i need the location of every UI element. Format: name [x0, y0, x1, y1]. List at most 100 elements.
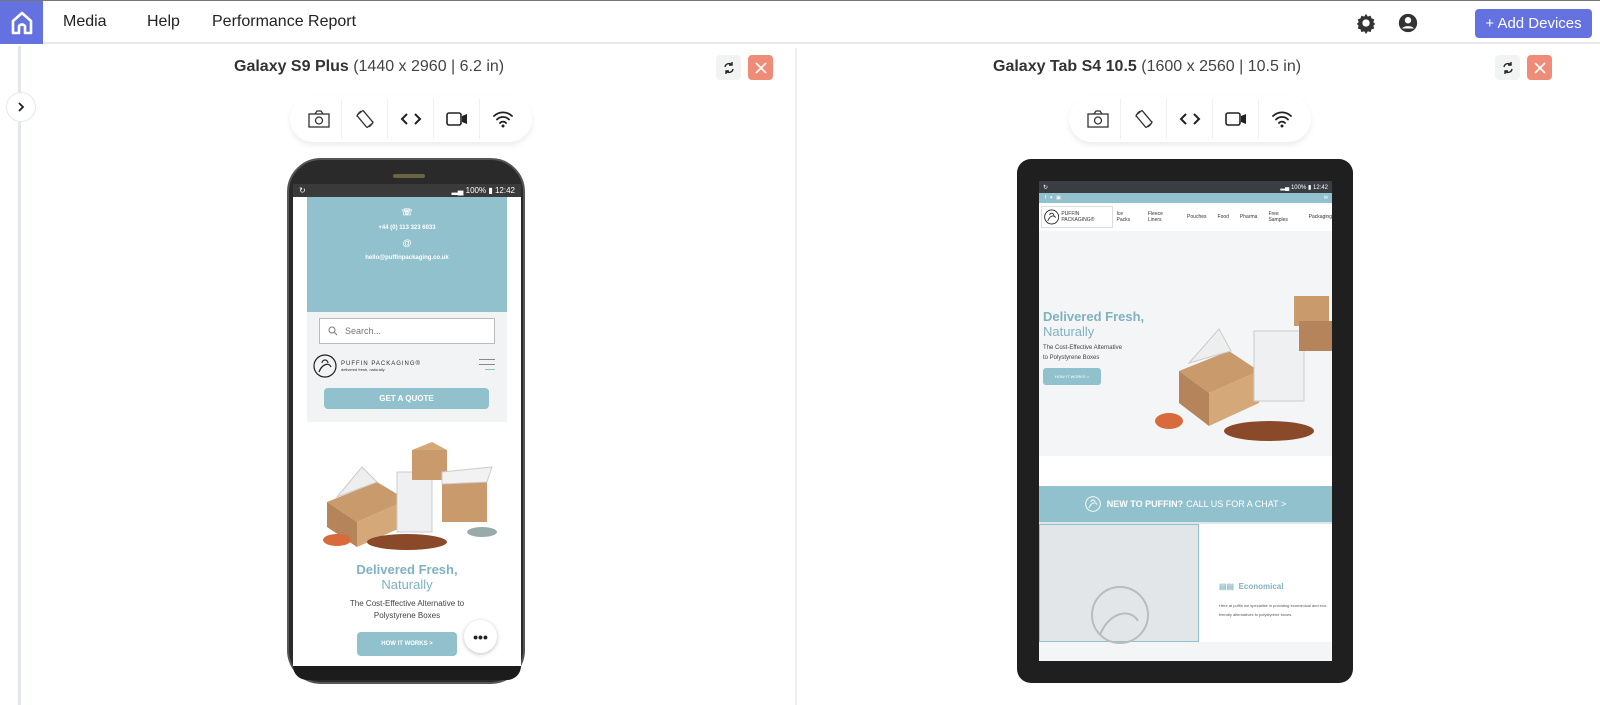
feature-image	[1039, 524, 1199, 644]
tablet-frame: ↻ ▂▄ 100% ▮ 12:42 f ✦ ▣ ✉ PUFFIN PACKAGIN…	[1017, 159, 1353, 683]
chat-banner-text: CALL US FOR A CHAT >	[1186, 499, 1287, 509]
social-bar: f ✦ ▣ ✉	[1039, 193, 1332, 203]
email-icon: @	[402, 238, 412, 248]
nav-item[interactable]: Pharma	[1240, 214, 1258, 220]
nav-item[interactable]: Packaging	[1309, 214, 1332, 220]
hero-headline: Delivered Fresh,	[1043, 309, 1145, 324]
how-it-works-button[interactable]: HOW IT WORKS >	[1043, 368, 1101, 385]
network-button[interactable]	[480, 99, 526, 139]
top-bar: Media Help Performance Report + Add Devi…	[0, 0, 1600, 44]
loading-icon: ↻	[1043, 184, 1049, 191]
refresh-device-button[interactable]	[716, 55, 741, 80]
phone-screen[interactable]: ↻ ▂▄ 100% ▮ 12:42 ☏ +44 (0) 113 323 6033…	[293, 184, 521, 666]
close-icon	[754, 61, 767, 74]
tablet-screen[interactable]: ↻ ▂▄ 100% ▮ 12:42 f ✦ ▣ ✉ PUFFIN PACKAGIN…	[1039, 181, 1332, 661]
site-logo[interactable]: PUFFIN PACKAGING® delivered fresh, natura…	[313, 354, 421, 378]
battery-icon: ▮	[1308, 184, 1312, 191]
brand-tagline: delivered fresh, naturally	[341, 366, 385, 372]
battery-level: 100%	[465, 186, 487, 195]
refresh-device-button[interactable]	[1495, 55, 1520, 80]
home-button[interactable]	[0, 1, 43, 44]
feature-text: Here at puffin we specialise in providin…	[1219, 603, 1328, 617]
contact-banner: ☏ +44 (0) 113 323 6033 @ hello@puffinpac…	[307, 197, 507, 312]
rotate-button[interactable]	[1121, 99, 1167, 139]
contact-email[interactable]: hello@puffinpackaging.co.uk	[307, 255, 507, 261]
signal-icon: ▂▄	[451, 186, 464, 195]
puffin-logo-icon	[1084, 496, 1101, 512]
phone-speaker	[393, 174, 425, 178]
site-logo[interactable]: PUFFIN PACKAGING®	[1041, 206, 1113, 228]
device-name: Galaxy S9 Plus	[234, 58, 349, 75]
user-icon	[1398, 13, 1418, 33]
sidebar-toggle[interactable]	[6, 92, 36, 122]
wifi-icon	[1272, 111, 1292, 128]
device-name: Galaxy Tab S4 10.5	[993, 58, 1137, 75]
site-search-input[interactable]: Search...	[319, 318, 495, 344]
gear-icon	[1356, 13, 1376, 34]
record-video-button[interactable]	[1213, 99, 1259, 139]
phone-frame: ↻ ▂▄ 100% ▮ 12:42 ☏ +44 (0) 113 323 6033…	[287, 158, 525, 684]
nav-item[interactable]: Fleece Liners	[1148, 211, 1176, 223]
add-devices-button[interactable]: + Add Devices	[1475, 9, 1592, 38]
hero-subtitle: The Cost-Effective Alternative	[1043, 345, 1122, 351]
social-icons[interactable]: f ✦ ▣	[1045, 195, 1061, 201]
rotate-button[interactable]	[342, 99, 388, 139]
site-nav: PUFFIN PACKAGING® Ice Packs Fleece Liner…	[1039, 203, 1332, 231]
device-title: Galaxy S9 Plus (1440 x 2960 | 6.2 in)	[234, 58, 504, 76]
nav-item[interactable]: Food	[1218, 214, 1229, 220]
devtools-button[interactable]	[388, 99, 434, 139]
more-options-button[interactable]: •••	[464, 620, 497, 653]
brand-name: PUFFIN PACKAGING®	[341, 360, 421, 367]
phone-chin	[293, 666, 521, 680]
nav-media[interactable]: Media	[63, 13, 107, 31]
boxes-illustration	[1155, 296, 1332, 441]
video-icon	[1224, 112, 1246, 126]
feature-title: ▤▤ Economical	[1219, 582, 1284, 591]
screenshot-button[interactable]	[1075, 99, 1121, 139]
settings-button[interactable]	[1355, 12, 1377, 34]
network-button[interactable]	[1259, 99, 1305, 139]
refresh-icon	[1502, 61, 1513, 74]
hero-image	[307, 422, 507, 562]
rotate-icon	[1135, 110, 1152, 128]
hero-subtitle: The Cost-Effective Alternative to	[349, 599, 465, 608]
close-device-button[interactable]	[748, 55, 773, 80]
email-icon[interactable]: ✉	[1324, 195, 1328, 201]
video-icon	[445, 112, 467, 126]
rotate-icon	[356, 110, 373, 128]
puffin-watermark-icon	[1091, 586, 1149, 644]
close-icon	[1533, 61, 1546, 74]
hero-headline-2: Naturally	[381, 577, 433, 592]
nav-item[interactable]: Free Samples	[1268, 211, 1297, 223]
wifi-icon	[493, 111, 513, 128]
get-a-quote-button[interactable]: GET A QUOTE	[324, 388, 489, 409]
contact-phone[interactable]: +44 (0) 113 323 6033	[307, 225, 507, 231]
chat-banner-bold: NEW TO PUFFIN?	[1106, 499, 1184, 509]
device-toolbar	[1069, 96, 1311, 142]
device-toolbar	[290, 96, 532, 142]
chat-banner[interactable]: NEW TO PUFFIN? CALL US FOR A CHAT >	[1039, 486, 1332, 522]
how-it-works-button[interactable]: HOW IT WORKS >	[357, 632, 457, 656]
coins-icon: ▤▤	[1219, 582, 1235, 591]
code-icon	[1179, 113, 1200, 125]
search-placeholder: Search...	[345, 326, 382, 336]
puffin-logo-icon	[313, 354, 337, 378]
brand-name: PUFFIN PACKAGING®	[1061, 211, 1095, 223]
sidebar-rail	[18, 46, 21, 705]
nav-performance-report[interactable]: Performance Report	[212, 13, 356, 31]
nav-item[interactable]: Pouches	[1187, 214, 1206, 220]
camera-icon	[1086, 110, 1109, 128]
battery-level: 100%	[1290, 184, 1307, 191]
record-video-button[interactable]	[434, 99, 480, 139]
screenshot-button[interactable]	[296, 99, 342, 139]
phone-icon: ☏	[401, 207, 413, 217]
refresh-icon	[723, 61, 734, 74]
menu-button[interactable]	[479, 359, 495, 374]
account-button[interactable]	[1397, 12, 1419, 34]
devtools-button[interactable]	[1167, 99, 1213, 139]
hero-headline: Delivered Fresh,	[356, 562, 458, 577]
nav-item[interactable]: Ice Packs	[1117, 211, 1137, 223]
close-device-button[interactable]	[1527, 55, 1552, 80]
nav-help[interactable]: Help	[147, 13, 180, 31]
hero-headline-2: Naturally	[1043, 324, 1095, 339]
